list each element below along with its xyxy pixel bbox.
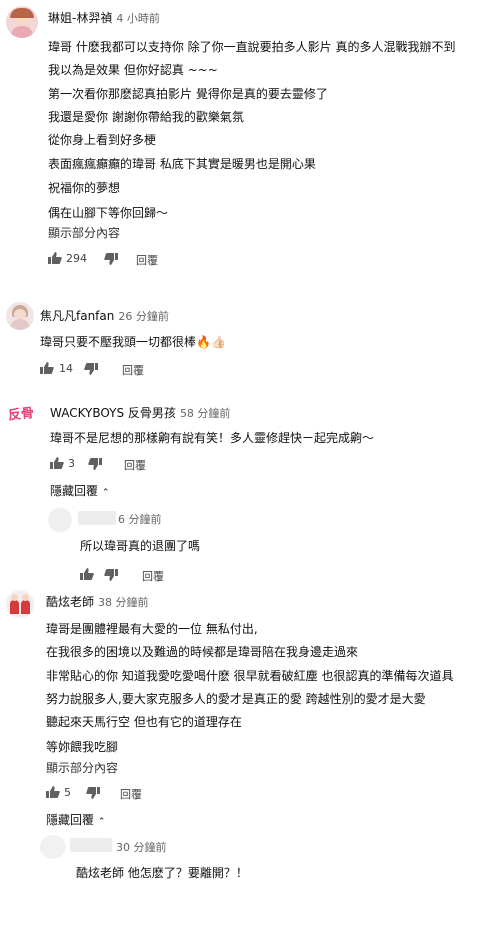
like-count: 14 [59, 362, 73, 375]
comment-text-line: 瑋哥不是尼想的那樣齁有說有笑！多人靈修趕快ㄧ起完成齁〜 [50, 431, 375, 445]
reply-time[interactable]: 6 分鐘前 [118, 513, 162, 526]
dislike-icon[interactable] [86, 787, 100, 799]
like-count: 5 [64, 786, 71, 799]
author-name[interactable]: 琳姐-林羿禎 [48, 11, 112, 25]
like-icon[interactable] [80, 568, 94, 580]
reply-avatar[interactable] [40, 835, 66, 859]
dislike-icon[interactable] [104, 569, 118, 581]
comment-text-line: 從你身上看到好多梗 [48, 133, 157, 147]
comment-header: 焦凡凡fanfan 26 分鐘前 [40, 307, 169, 324]
reply-button[interactable]: 回覆 [122, 362, 144, 378]
avatar[interactable] [6, 302, 34, 330]
like-icon[interactable] [50, 457, 64, 469]
comment-header: 琳姐-林羿禎 4 小時前 [48, 9, 160, 26]
comment-text-line: 瑋哥 什麽我都可以支持你 除了你一直說要拍多人影片 真的多人混戰我辦不到 [48, 40, 456, 54]
logo-text: 反骨 [7, 405, 35, 424]
like-count: 3 [68, 457, 75, 470]
avatar[interactable] [6, 6, 38, 38]
avatar[interactable] [6, 590, 34, 618]
comment-text-line: 第一次看你那麽認真拍影片 覺得你是真的要去靈修了 [48, 87, 328, 101]
comment-text-line: 偶在山腳下等你回歸〜 [48, 206, 169, 220]
wackyboys-logo-avatar[interactable]: 反骨 [7, 401, 41, 426]
dislike-icon[interactable] [84, 363, 98, 375]
reply-button[interactable]: 回覆 [124, 457, 146, 473]
show-more-link[interactable]: 顯示部分內容 [46, 759, 118, 776]
comment-text-line: 等妳餵我吃腳 [46, 740, 119, 754]
dislike-icon[interactable] [104, 253, 118, 265]
hide-replies-label: 隱藏回覆 [46, 813, 95, 827]
comment-text-line: 祝福你的夢想 [48, 181, 121, 195]
comment-time[interactable]: 26 分鐘前 [118, 310, 169, 323]
reply-text-line: 所以瑋哥真的退團了嗎 [80, 539, 201, 553]
comment-text-line: 努力說服多人,要大家克服多人的愛才是真正的愛 跨越性別的愛才是大愛 [46, 692, 426, 706]
hide-replies-link[interactable]: 隱藏回覆 ⌃ [50, 482, 109, 499]
comment-time[interactable]: 38 分鐘前 [98, 596, 149, 609]
show-more-link[interactable]: 顯示部分內容 [48, 224, 120, 241]
comment-text-line: 我以為是效果 但你好認真 ~~~ [48, 63, 218, 77]
comment-text-line: 表面瘋瘋癲癲的瑋哥 私底下其實是暖男也是開心果 [48, 157, 316, 171]
redacted-author-name [70, 838, 112, 852]
comment-text-line: 我還是愛你 謝謝你帶給我的歡樂氣氛 [48, 110, 244, 124]
redacted-author-name [78, 511, 116, 525]
author-name[interactable]: WACKYBOYS 反骨男孩 [50, 406, 176, 420]
comment-header: WACKYBOYS 反骨男孩 58 分鐘前 [50, 404, 230, 421]
reply-button[interactable]: 回覆 [142, 568, 164, 584]
like-icon[interactable] [48, 252, 62, 264]
comment-time[interactable]: 58 分鐘前 [180, 407, 231, 420]
comment-text-line: 瑋哥只要不壓我頭一切都很棒🔥👍🏻 [40, 335, 226, 349]
comment-text-line: 瑋哥是團體裡最有大愛的一位 無私付出, [46, 622, 258, 636]
reply-button[interactable]: 回覆 [120, 786, 142, 802]
like-count: 294 [66, 252, 87, 265]
chevron-down-icon: ⌃ [97, 817, 106, 827]
reply-header: 30 分鐘前 [116, 839, 167, 855]
comment-time[interactable]: 4 小時前 [116, 12, 160, 25]
comment-text-line: 聽起來天馬行空 但也有它的道理存在 [46, 715, 242, 729]
dislike-icon[interactable] [88, 458, 102, 470]
hide-replies-link[interactable]: 隱藏回覆 ⌃ [46, 811, 105, 828]
chevron-up-icon: ⌃ [101, 488, 110, 498]
reply-header: 6 分鐘前 [118, 511, 162, 527]
hide-replies-label: 隱藏回覆 [50, 484, 99, 498]
reply-avatar[interactable] [48, 508, 72, 532]
reply-text-line: 酷炫老師 他怎麽了？要離開？！ [76, 866, 248, 880]
comment-text-line: 在我很多的困境以及難過的時候都是瑋哥陪在我身邊走過來 [46, 645, 359, 659]
reply-time[interactable]: 30 分鐘前 [116, 841, 167, 854]
reply-button[interactable]: 回覆 [136, 252, 158, 268]
like-icon[interactable] [40, 362, 54, 374]
comment-header: 酷炫老師 38 分鐘前 [46, 593, 149, 610]
author-name[interactable]: 焦凡凡fanfan [40, 309, 114, 323]
comment-text-line: 非常貼心的你 知道我愛吃愛喝什麽 很早就看破紅塵 也很認真的準備每次道具 [46, 669, 454, 683]
author-name[interactable]: 酷炫老師 [46, 595, 94, 609]
like-icon[interactable] [46, 786, 60, 798]
